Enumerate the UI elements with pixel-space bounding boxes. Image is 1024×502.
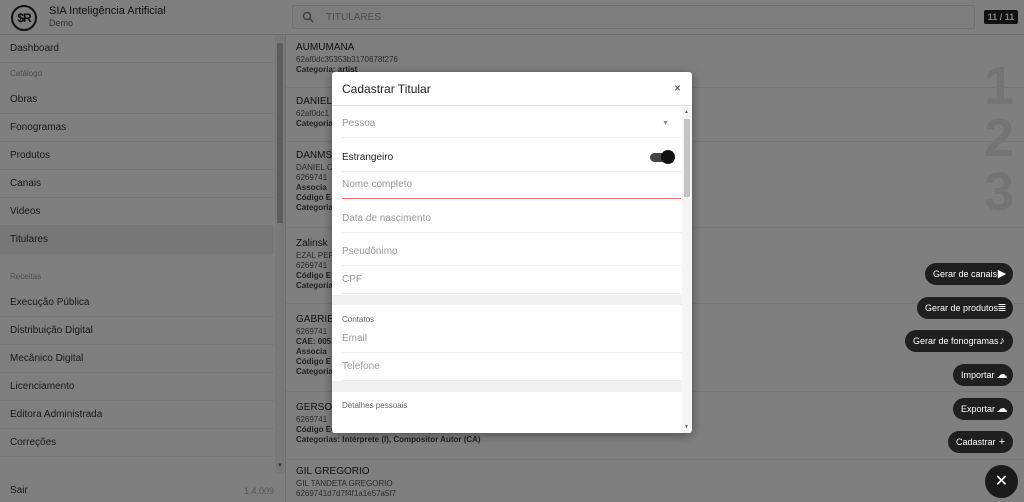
close-icon[interactable]: × <box>674 81 681 95</box>
detalhes-card: Detalhes pessoais <box>332 392 682 433</box>
modal-scrollbar-thumb[interactable] <box>684 119 690 197</box>
estrangeiro-toggle[interactable] <box>650 150 675 164</box>
youtube-icon: ▶ <box>997 268 1007 280</box>
cloud-download-icon: ☁ <box>996 403 1008 415</box>
data-nascimento-field[interactable]: Data de nascimento <box>342 205 681 233</box>
product-icon: ≣ <box>997 302 1007 314</box>
personal-card: Pessoa ▼ Estrangeiro Nome completo Data … <box>332 107 682 295</box>
gerar-de-produtos-button[interactable]: Gerar de produtos ≣ <box>917 297 1013 319</box>
chevron-down-icon: ▼ <box>662 120 669 127</box>
exportar-button[interactable]: Exportar ☁ <box>953 398 1013 420</box>
importar-button[interactable]: Importar ☁ <box>953 364 1013 386</box>
modal-body: Pessoa ▼ Estrangeiro Nome completo Data … <box>332 107 682 433</box>
scroll-down-icon[interactable]: ▼ <box>684 424 689 430</box>
gerar-de-canais-button[interactable]: Gerar de canais ▶ <box>925 263 1013 285</box>
email-field[interactable]: Email <box>342 325 681 353</box>
scroll-up-icon[interactable]: ▲ <box>684 109 689 115</box>
modal-header: Cadastrar Titular × <box>332 72 692 106</box>
pseudonimo-field[interactable]: Pseudônimo <box>342 238 681 266</box>
music-note-icon: ♪ <box>999 335 1005 347</box>
gerar-de-fonogramas-button[interactable]: Gerar de fonogramas ♪ <box>905 330 1013 352</box>
pessoa-select[interactable]: Pessoa ▼ <box>342 110 681 138</box>
close-actions-button[interactable]: ✕ <box>985 465 1018 498</box>
toggle-knob <box>661 150 675 164</box>
modal-title: Cadastrar Titular <box>342 82 431 96</box>
cadastrar-button[interactable]: Cadastrar + <box>948 431 1013 453</box>
contatos-card: Contatos Email Telefone <box>332 305 682 381</box>
cadastrar-titular-modal: Cadastrar Titular × Pessoa ▼ Estrangeiro… <box>332 72 692 433</box>
contatos-section-label: Contatos <box>342 315 375 324</box>
detalhes-section-label: Detalhes pessoais <box>342 401 408 410</box>
modal-scrollbar[interactable] <box>682 107 692 433</box>
cpf-field[interactable]: CPF <box>342 266 681 294</box>
plus-icon: + <box>998 436 1006 448</box>
cloud-upload-icon: ☁ <box>996 369 1008 381</box>
telefone-field[interactable]: Telefone <box>342 353 681 381</box>
estrangeiro-row: Estrangeiro <box>342 144 681 172</box>
close-icon: ✕ <box>994 473 1009 490</box>
nome-completo-field[interactable]: Nome completo <box>342 171 681 199</box>
